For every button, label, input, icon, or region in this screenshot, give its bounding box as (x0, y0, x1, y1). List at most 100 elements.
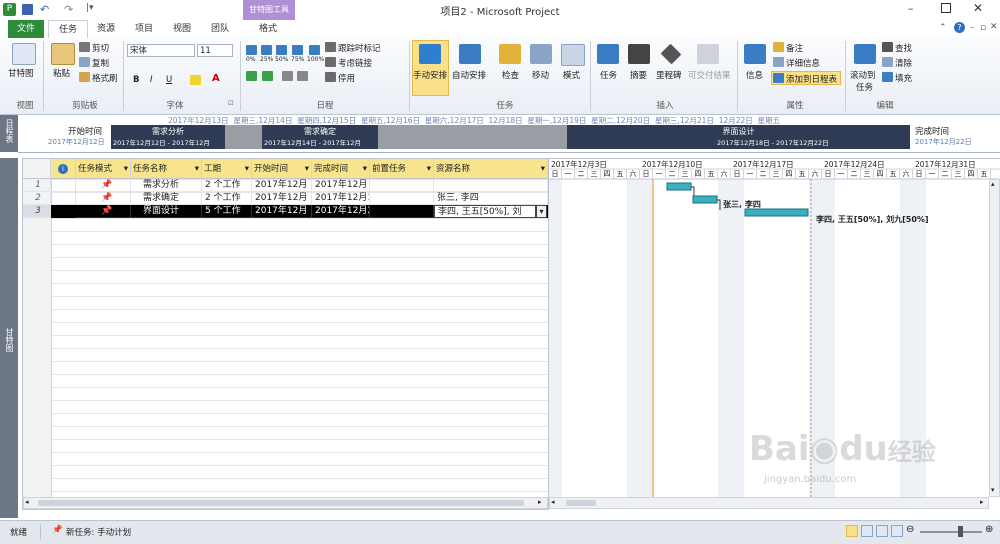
row-id[interactable]: 1 (23, 179, 51, 192)
inactivate-icon[interactable] (325, 72, 336, 82)
format-painter-icon[interactable] (79, 72, 90, 82)
restore-icon[interactable] (941, 3, 951, 13)
manual-schedule-button[interactable]: 手动安排 (413, 69, 447, 81)
tab-task[interactable]: 任务 (48, 20, 88, 39)
timeline[interactable]: 2017年12月13日 星期三,12月14日 星期四,12月15日 星期五,12… (18, 115, 1000, 153)
auto-schedule-icon[interactable] (459, 44, 481, 64)
scroll-to-task-icon[interactable] (854, 44, 876, 64)
duration-header[interactable]: 工期 ▾ (202, 159, 252, 179)
row-id[interactable]: 2 (23, 192, 51, 205)
tab-resource[interactable]: 资源 (88, 20, 124, 38)
start-cell[interactable]: 2017年12月 (252, 205, 312, 218)
cut-icon[interactable] (79, 42, 90, 52)
task-name-cell[interactable]: 需求确定 (131, 192, 202, 205)
finish-cell[interactable]: 2017年12月2 (312, 205, 370, 218)
status-new-task-mode[interactable]: 新任务: 手动计划 (66, 526, 131, 538)
timeline-bar-requirements-analysis[interactable]: 需求分析 2017年12月12日 - 2017年12月 (111, 125, 225, 149)
resources-cell[interactable] (434, 179, 548, 192)
indicators-header[interactable]: i (51, 159, 76, 179)
mode-icon[interactable] (561, 44, 585, 66)
indent-icon[interactable] (246, 71, 257, 81)
deliverable-button[interactable]: 可交付结果 (688, 69, 731, 81)
zoom-slider-track[interactable] (920, 531, 982, 533)
resource-names-header[interactable]: 资源名称 ▾ (434, 159, 548, 179)
pct-25-icon[interactable] (261, 45, 272, 55)
predecessors-header[interactable]: 前置任务 ▾ (370, 159, 434, 179)
resources-edit-cell[interactable]: 李四, 王五[50%], 刘 (434, 205, 536, 218)
task-mode-cell[interactable]: 📌 (76, 205, 131, 218)
zoom-in-icon[interactable]: ⊕ (985, 524, 993, 535)
resources-dropdown-icon[interactable]: ▾ (536, 205, 547, 218)
close-icon[interactable]: ✕ (973, 1, 983, 15)
font-size-combo[interactable]: 11 (197, 44, 233, 57)
deliverable-icon[interactable] (697, 44, 719, 64)
predecessors-cell[interactable] (370, 205, 434, 218)
font-color-icon[interactable]: A (212, 73, 220, 84)
predecessors-cell[interactable] (370, 192, 434, 205)
mode-button[interactable]: 模式 (563, 69, 580, 81)
link-icon[interactable] (282, 71, 293, 81)
finish-cell[interactable]: 2017年12月 (312, 179, 370, 192)
move-icon[interactable] (530, 44, 552, 64)
indicator-cell[interactable] (51, 179, 76, 192)
respect-links-button[interactable]: 考虑链接 (338, 57, 372, 69)
start-cell[interactable]: 2017年12月 (252, 192, 312, 205)
predecessors-cell[interactable] (370, 179, 434, 192)
tab-project[interactable]: 项目 (127, 20, 161, 38)
gantt-button[interactable]: 甘特图 (8, 67, 34, 79)
task-name-cell[interactable]: 界面设计 (131, 205, 202, 218)
fill-button[interactable]: 填充 (895, 72, 912, 84)
start-header[interactable]: 开始时间 ▾ (252, 159, 312, 179)
team-planner-shortcut-icon[interactable] (876, 525, 888, 537)
scrollbar-thumb[interactable] (566, 500, 596, 506)
collapse-ribbon-icon[interactable]: ⌃ (939, 23, 947, 33)
bold-button[interactable]: B (133, 75, 139, 85)
tab-team[interactable]: 团队 (203, 20, 237, 38)
summary-icon[interactable] (628, 44, 650, 64)
clear-button[interactable]: 清除 (895, 57, 912, 69)
gantt-chart-icon[interactable] (12, 43, 36, 65)
inspect-button[interactable]: 检查 (502, 69, 519, 81)
resources-cell[interactable]: 张三, 李四 (434, 192, 548, 205)
duration-cell[interactable]: 5 个工作 (202, 205, 252, 218)
pct-100-icon[interactable] (309, 45, 320, 55)
information-button[interactable]: 信息 (746, 69, 763, 81)
scroll-to-task-button-line2[interactable]: 任务 (856, 81, 873, 93)
add-to-timeline-button[interactable]: 添加到日程表 (786, 73, 837, 85)
outdent-icon[interactable] (262, 71, 273, 81)
notes-icon[interactable] (773, 42, 784, 52)
font-name-combo[interactable]: 宋体 (127, 44, 195, 57)
paste-icon[interactable] (51, 43, 75, 65)
gantt-vertical-scrollbar[interactable]: ▴ ▾ (989, 179, 1000, 497)
details-button[interactable]: 详细信息 (786, 57, 820, 69)
respect-links-icon[interactable] (325, 57, 336, 67)
inspect-icon[interactable] (499, 44, 521, 64)
insert-task-button[interactable]: 任务 (600, 69, 617, 81)
table-horizontal-scrollbar[interactable]: ◂ ▸ (23, 497, 548, 509)
task-mode-cell[interactable]: 📌 (76, 179, 131, 192)
gantt-horizontal-scrollbar[interactable]: ◂ ▸ (549, 497, 989, 509)
timeline-bar-ui-design[interactable]: 界面设计 2017年12月18日 - 2017年12月22日 (567, 125, 910, 149)
scrollbar-thumb[interactable] (38, 500, 524, 506)
notes-button[interactable]: 备注 (786, 42, 803, 54)
duration-cell[interactable]: 2 个工作 (202, 192, 252, 205)
window-restore-icon[interactable]: ▫ (980, 23, 986, 33)
task-mode-header[interactable]: 任务模式 ▾ (76, 159, 131, 179)
underline-button[interactable]: U (166, 75, 172, 85)
information-icon[interactable] (744, 44, 766, 64)
italic-button[interactable]: I (150, 75, 153, 85)
task-mode-cell[interactable]: 📌 (76, 192, 131, 205)
task-name-header[interactable]: 任务名称 ▾ (131, 159, 202, 179)
move-button[interactable]: 移动 (532, 69, 549, 81)
help-icon[interactable]: ? (954, 22, 965, 33)
find-icon[interactable] (882, 42, 893, 52)
format-painter-button[interactable]: 格式刷 (92, 72, 118, 84)
unlink-icon[interactable] (297, 71, 308, 81)
tab-format[interactable]: 格式 (248, 20, 288, 38)
scroll-to-task-button[interactable]: 滚动到 (850, 69, 876, 81)
pct-0-icon[interactable] (246, 45, 257, 55)
track-marker-button[interactable]: 跟踪时标记 (338, 42, 381, 54)
window-close-icon[interactable]: ✕ (990, 22, 998, 32)
font-dialog-launcher-icon[interactable]: ⊡ (228, 99, 234, 107)
duration-cell[interactable]: 2 个工作 (202, 179, 252, 192)
